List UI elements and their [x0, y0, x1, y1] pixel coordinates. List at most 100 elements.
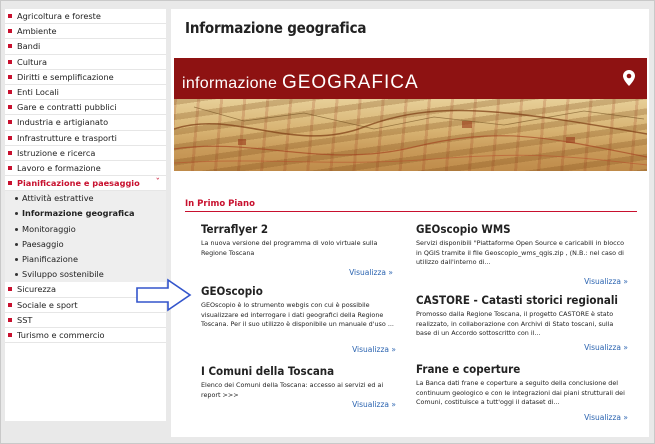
card-title[interactable]: I Comuni della Toscana [201, 364, 396, 378]
visualizza-link[interactable]: Visualizza » [352, 345, 396, 354]
bullet-icon [15, 273, 18, 277]
card-title[interactable]: Frane e coperture [416, 362, 628, 376]
card-description: Promosso dalla Regione Toscana, il proge… [416, 310, 614, 338]
bullet-icon [8, 89, 12, 94]
submenu-item-label: Monitoraggio [22, 223, 76, 234]
banner-title-big: GEOGRAFICA [281, 72, 419, 93]
arrow-right-icon [136, 278, 192, 316]
bullet-icon [8, 44, 12, 49]
card-castore: CASTORE - Catasti storici regionali Prom… [416, 293, 628, 353]
bullet-icon [15, 227, 18, 231]
card-terraflyer: Terraflyer 2 La nuova versione del progr… [201, 222, 393, 277]
sidebar-item-infrastrutture[interactable]: Infrastrutture e trasporti [5, 131, 166, 146]
sidebar-item-label: Gare e contratti pubblici [17, 102, 117, 113]
sidebar-item-label: Agricoltura e foreste [17, 11, 101, 21]
bullet-icon [8, 317, 12, 322]
submenu-item-pianificazione[interactable]: Pianificazione [5, 252, 166, 267]
card-description: GEOscopio è lo strumento webgis con cui … [201, 301, 394, 329]
main-content: Informazione geografica informazione GEO… [171, 9, 649, 437]
sidebar-item-label: Enti Locali [17, 86, 59, 97]
sidebar-item-label: Ambiente [17, 26, 57, 37]
visualizza-link[interactable]: Visualizza » [584, 343, 628, 352]
sidebar-nav: Agricoltura e foreste Ambiente Bandi Cul… [5, 9, 166, 421]
card-geoscopio-wms: GEOscopio WMS Servizi disponibili "Piatt… [416, 222, 628, 287]
card-description: Elenco dei Comuni della Toscana: accesso… [201, 381, 384, 399]
sidebar-item-istruzione[interactable]: Istruzione e ricerca [5, 146, 166, 161]
sidebar-item-bandi[interactable]: Bandi [5, 39, 166, 55]
page-frame: Agricoltura e foreste Ambiente Bandi Cul… [0, 0, 655, 444]
bullet-icon [8, 287, 12, 292]
sidebar-item-label: Pianificazione e paesaggio [17, 178, 140, 189]
sidebar-item-label: Industria e artigianato [17, 117, 109, 128]
page-title: Informazione geografica [185, 19, 367, 37]
bullet-icon [8, 150, 12, 155]
bullet-icon [8, 29, 12, 34]
sidebar-item-label: Lavoro e formazione [17, 162, 101, 173]
card-geoscopio: GEOscopio GEOscopio è lo strumento webgi… [201, 284, 396, 354]
submenu-item-label: Sviluppo sostenibile [22, 269, 104, 280]
section-title: In Primo Piano [185, 199, 255, 209]
bullet-icon [8, 165, 12, 170]
sidebar-item-label: Infrastrutture e trasporti [17, 132, 117, 143]
bullet-icon [8, 302, 12, 307]
map-pin-icon [623, 70, 635, 90]
card-title[interactable]: GEOscopio WMS [416, 222, 628, 236]
sidebar-item-label: Cultura [17, 56, 47, 67]
bullet-icon [15, 258, 18, 261]
banner-map-image [174, 99, 647, 171]
bullet-icon [8, 135, 12, 140]
sidebar-item-label: Bandi [17, 41, 41, 52]
sidebar-item-pianificazione-paesaggio[interactable]: Pianificazione e paesaggio ˇ [5, 176, 166, 192]
bullet-icon [15, 212, 18, 216]
sidebar-item-agricoltura[interactable]: Agricoltura e foreste [5, 9, 166, 25]
banner: informazione GEOGRAFICA [174, 58, 647, 171]
card-title[interactable]: GEOscopio [201, 284, 396, 298]
bullet-icon [8, 14, 12, 18]
sidebar-item-label: Sociale e sport [17, 299, 78, 310]
bullet-icon [15, 197, 18, 201]
card-frane-coperture: Frane e coperture La Banca dati frane e … [416, 362, 628, 422]
submenu-item-monitoraggio[interactable]: Monitoraggio [5, 222, 166, 237]
submenu-item-label: Attività estrattive [22, 193, 94, 204]
banner-title-small: informazione [182, 75, 282, 92]
sidebar-item-industria[interactable]: Industria e artigianato [5, 115, 166, 131]
submenu-item-paesaggio[interactable]: Paesaggio [5, 237, 166, 252]
card-description: La nuova versione del programma di volo … [201, 239, 378, 257]
sidebar-item-turismo[interactable]: Turismo e commercio [5, 328, 166, 344]
submenu-item-attivita-estrattive[interactable]: Attività estrattive [5, 191, 166, 206]
sidebar-item-ambiente[interactable]: Ambiente [5, 24, 166, 40]
visualizza-link[interactable]: Visualizza » [584, 413, 628, 422]
card-title[interactable]: CASTORE - Catasti storici regionali [416, 293, 628, 307]
bullet-icon [8, 105, 12, 110]
sidebar-item-label: Turismo e commercio [17, 329, 105, 340]
sidebar-item-label: Istruzione e ricerca [17, 147, 96, 158]
sidebar-item-cultura[interactable]: Cultura [5, 55, 166, 70]
submenu-pianificazione: Attività estrattive Informazione geograf… [5, 191, 166, 283]
section-divider [185, 211, 637, 212]
card-description: Servizi disponibili "Piattaforme Open So… [416, 239, 625, 267]
visualizza-link[interactable]: Visualizza » [349, 268, 393, 277]
visualizza-link[interactable]: Visualizza » [352, 400, 396, 409]
bullet-icon [8, 74, 12, 79]
sidebar-item-diritti[interactable]: Diritti e semplificazione [5, 70, 166, 85]
bullet-icon [8, 120, 12, 125]
bullet-icon [8, 332, 12, 337]
sidebar-item-enti-locali[interactable]: Enti Locali [5, 85, 166, 101]
submenu-item-label: Paesaggio [22, 238, 64, 249]
bullet-icon [8, 59, 12, 64]
card-title[interactable]: Terraflyer 2 [201, 222, 393, 236]
card-comuni-toscana: I Comuni della Toscana Elenco dei Comuni… [201, 364, 396, 414]
bullet-icon [15, 242, 18, 246]
chevron-down-icon[interactable]: ˇ [156, 176, 161, 191]
submenu-item-label: Pianificazione [22, 254, 78, 264]
card-description: La Banca dati frane e coperture a seguit… [416, 379, 625, 407]
sidebar-item-label: Sicurezza [17, 284, 56, 295]
submenu-item-informazione-geografica[interactable]: Informazione geografica [5, 206, 166, 221]
visualizza-link[interactable]: Visualizza » [584, 277, 628, 286]
sidebar-item-lavoro[interactable]: Lavoro e formazione [5, 161, 166, 177]
bullet-icon [8, 181, 12, 186]
sidebar-item-label: SST [17, 314, 33, 325]
sidebar-item-label: Diritti e semplificazione [17, 71, 114, 82]
banner-title: informazione GEOGRAFICA [182, 72, 419, 94]
sidebar-item-gare[interactable]: Gare e contratti pubblici [5, 100, 166, 116]
